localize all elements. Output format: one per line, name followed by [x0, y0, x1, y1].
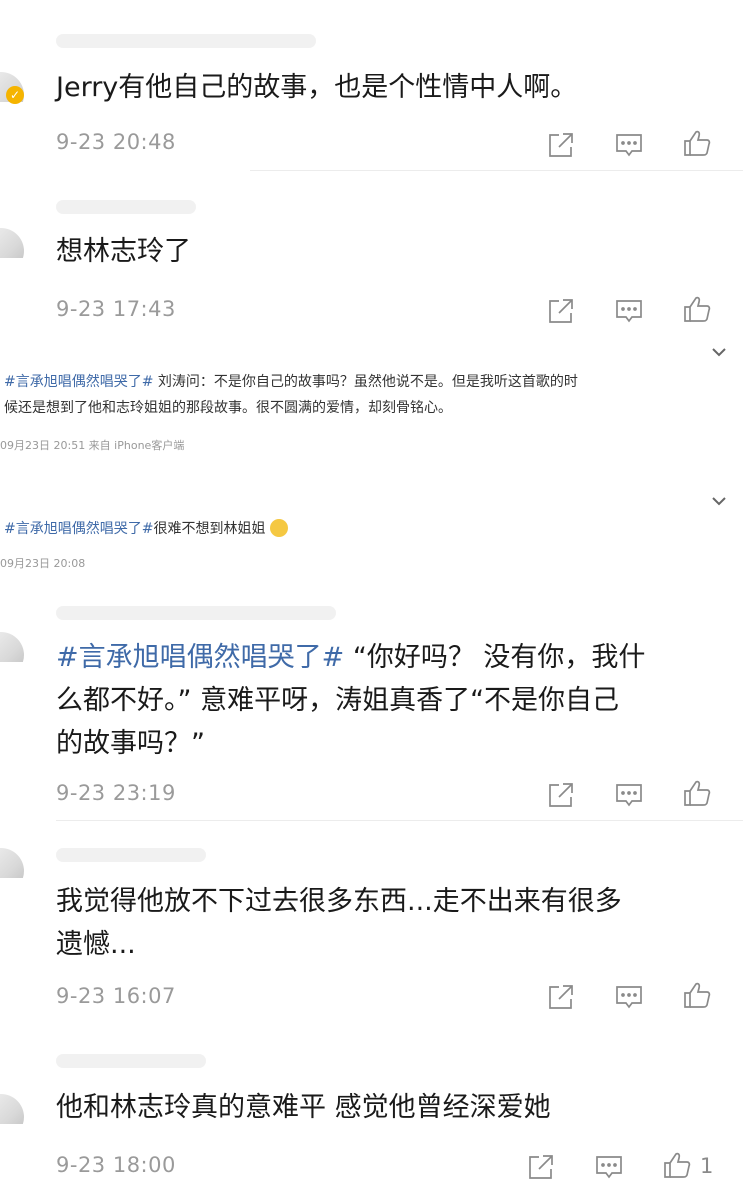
quoted-post-text: #言承旭唱偶然唱哭了# 刘涛问：不是你自己的故事吗？虽然他说不是。但是我听这首歌… — [4, 374, 578, 416]
like-count: 1 — [700, 1154, 714, 1178]
thumbs-up-icon[interactable] — [682, 778, 712, 808]
avatar[interactable] — [0, 632, 34, 662]
blurred-username — [56, 200, 196, 214]
comment-icon[interactable] — [614, 780, 644, 810]
quoted-post-meta: 09月23日 20:51 来自 iPhone客户端 — [0, 439, 185, 452]
hashtag-link[interactable]: #言承旭唱偶然唱哭了# — [4, 521, 153, 537]
share-icon[interactable] — [546, 780, 576, 810]
comment-text: #言承旭唱偶然唱哭了# “你好吗？ 没有你，我什 么都不好。” 意难平呀，涛姐真… — [56, 642, 646, 759]
emoji-icon — [269, 519, 288, 537]
comment-text: Jerry有他自己的故事，也是个性情中人啊。 — [56, 72, 578, 103]
comment-time: 9-23 18:00 — [56, 1153, 176, 1177]
thumbs-up-icon[interactable] — [682, 128, 712, 158]
quoted-post-meta: 09月23日 20:08 — [0, 557, 86, 570]
blurred-username — [56, 848, 206, 862]
blurred-username — [56, 606, 336, 620]
hashtag-link[interactable]: #言承旭唱偶然唱哭了# — [56, 642, 344, 673]
thumbs-up-icon[interactable] — [682, 980, 712, 1010]
hashtag-link[interactable]: #言承旭唱偶然唱哭了# — [4, 374, 153, 390]
comment-text: 他和林志玲真的意难平 感觉他曾经深爱她 — [56, 1092, 551, 1123]
comment-time: 9-23 16:07 — [56, 984, 176, 1008]
chevron-down-icon[interactable] — [709, 491, 729, 511]
comment-icon[interactable] — [594, 1152, 624, 1182]
chevron-down-icon[interactable] — [709, 342, 729, 362]
comment-icon[interactable] — [614, 130, 644, 160]
avatar[interactable] — [0, 848, 34, 878]
share-icon[interactable] — [546, 296, 576, 326]
share-icon[interactable] — [546, 982, 576, 1012]
comment-icon[interactable] — [614, 982, 644, 1012]
thumbs-up-icon[interactable] — [662, 1150, 692, 1180]
avatar[interactable] — [0, 228, 34, 258]
avatar[interactable] — [0, 1094, 34, 1124]
blurred-username — [56, 1054, 206, 1068]
divider — [56, 820, 743, 821]
thumbs-up-icon[interactable] — [682, 294, 712, 324]
comment-icon[interactable] — [614, 296, 644, 326]
quoted-post-text: #言承旭唱偶然唱哭了#很难不想到林姐姐 — [4, 516, 723, 542]
comment-time: 9-23 23:19 — [56, 781, 176, 805]
divider — [250, 170, 743, 171]
comment-text: 我觉得他放不下过去很多东西...走不出来有很多 遗憾... — [56, 886, 622, 960]
comment-text: 想林志玲了 — [56, 236, 191, 267]
blurred-username — [56, 34, 316, 48]
comment-time: 9-23 20:48 — [56, 130, 176, 154]
verified-badge-icon: ✓ — [6, 86, 24, 104]
comment-time: 9-23 17:43 — [56, 297, 176, 321]
share-icon[interactable] — [526, 1152, 556, 1182]
share-icon[interactable] — [546, 130, 576, 160]
